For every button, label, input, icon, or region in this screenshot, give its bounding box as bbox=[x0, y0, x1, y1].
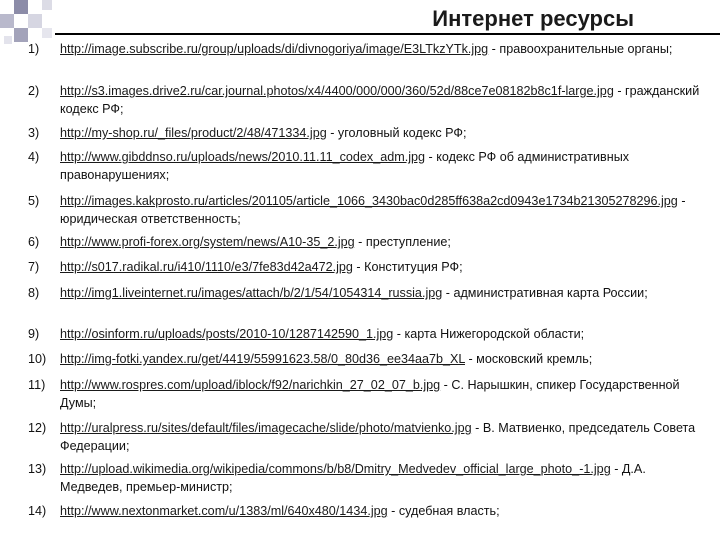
resource-description: - правоохранительные органы; bbox=[488, 42, 673, 56]
item-number: 14) bbox=[28, 504, 47, 518]
item-number: 11) bbox=[28, 378, 46, 392]
resource-description: - московский кремль; bbox=[464, 352, 593, 366]
resource-link[interactable]: http://www.nextonmarket.com/u/1383/ml/64… bbox=[60, 504, 388, 518]
resource-link[interactable]: http://uralpress.ru/sites/default/files/… bbox=[60, 421, 472, 435]
resource-description: - административная карта России; bbox=[442, 286, 648, 300]
resource-link[interactable]: http://www.profi-forex.org/system/news/A… bbox=[60, 235, 355, 249]
item-number: 5) bbox=[28, 194, 40, 208]
resource-link[interactable]: http://s017.radikal.ru/i410/1110/e3/7fe8… bbox=[60, 260, 353, 274]
resource-description: - преступление; bbox=[354, 235, 451, 249]
item-number: 9) bbox=[28, 327, 40, 341]
item-number: 12) bbox=[28, 421, 47, 435]
item-number: 6) bbox=[28, 235, 40, 249]
resource-description: - уголовный кодекс РФ; bbox=[326, 126, 467, 140]
item-number: 7) bbox=[28, 260, 40, 274]
resource-description: - Конституция РФ; bbox=[352, 260, 463, 274]
resource-link[interactable]: http://osinform.ru/uploads/posts/2010-10… bbox=[60, 327, 393, 341]
item-number: 2) bbox=[28, 84, 40, 98]
resource-link[interactable]: http://images.kakprosto.ru/articles/2011… bbox=[60, 194, 678, 208]
resource-description: - карта Нижегородской области; bbox=[393, 327, 585, 341]
page-title: Интернет ресурсы bbox=[432, 6, 634, 31]
resource-link[interactable]: http://my-shop.ru/_files/product/2/48/47… bbox=[60, 126, 327, 140]
resource-link[interactable]: http://img-fotki.yandex.ru/get/4419/5599… bbox=[60, 352, 465, 366]
resource-link[interactable]: http://image.subscribe.ru/group/uploads/… bbox=[60, 42, 488, 56]
item-number: 10) bbox=[28, 352, 47, 366]
resource-link[interactable]: http://img1.liveinternet.ru/images/attac… bbox=[60, 286, 442, 300]
resource-link[interactable]: http://www.rospres.com/upload/iblock/f92… bbox=[60, 378, 440, 392]
title-underline bbox=[55, 33, 720, 35]
item-number: 8) bbox=[28, 286, 40, 300]
item-number: 4) bbox=[28, 150, 40, 164]
item-number: 13) bbox=[28, 462, 47, 476]
resource-description: - судебная власть; bbox=[387, 504, 500, 518]
item-number: 1) bbox=[28, 42, 40, 56]
item-number: 3) bbox=[28, 126, 40, 140]
resource-link[interactable]: http://s3.images.drive2.ru/car.journal.p… bbox=[60, 84, 614, 98]
resource-link[interactable]: http://www.gibddnso.ru/uploads/news/2010… bbox=[60, 150, 425, 164]
resource-link[interactable]: http://upload.wikimedia.org/wikipedia/co… bbox=[60, 462, 611, 476]
